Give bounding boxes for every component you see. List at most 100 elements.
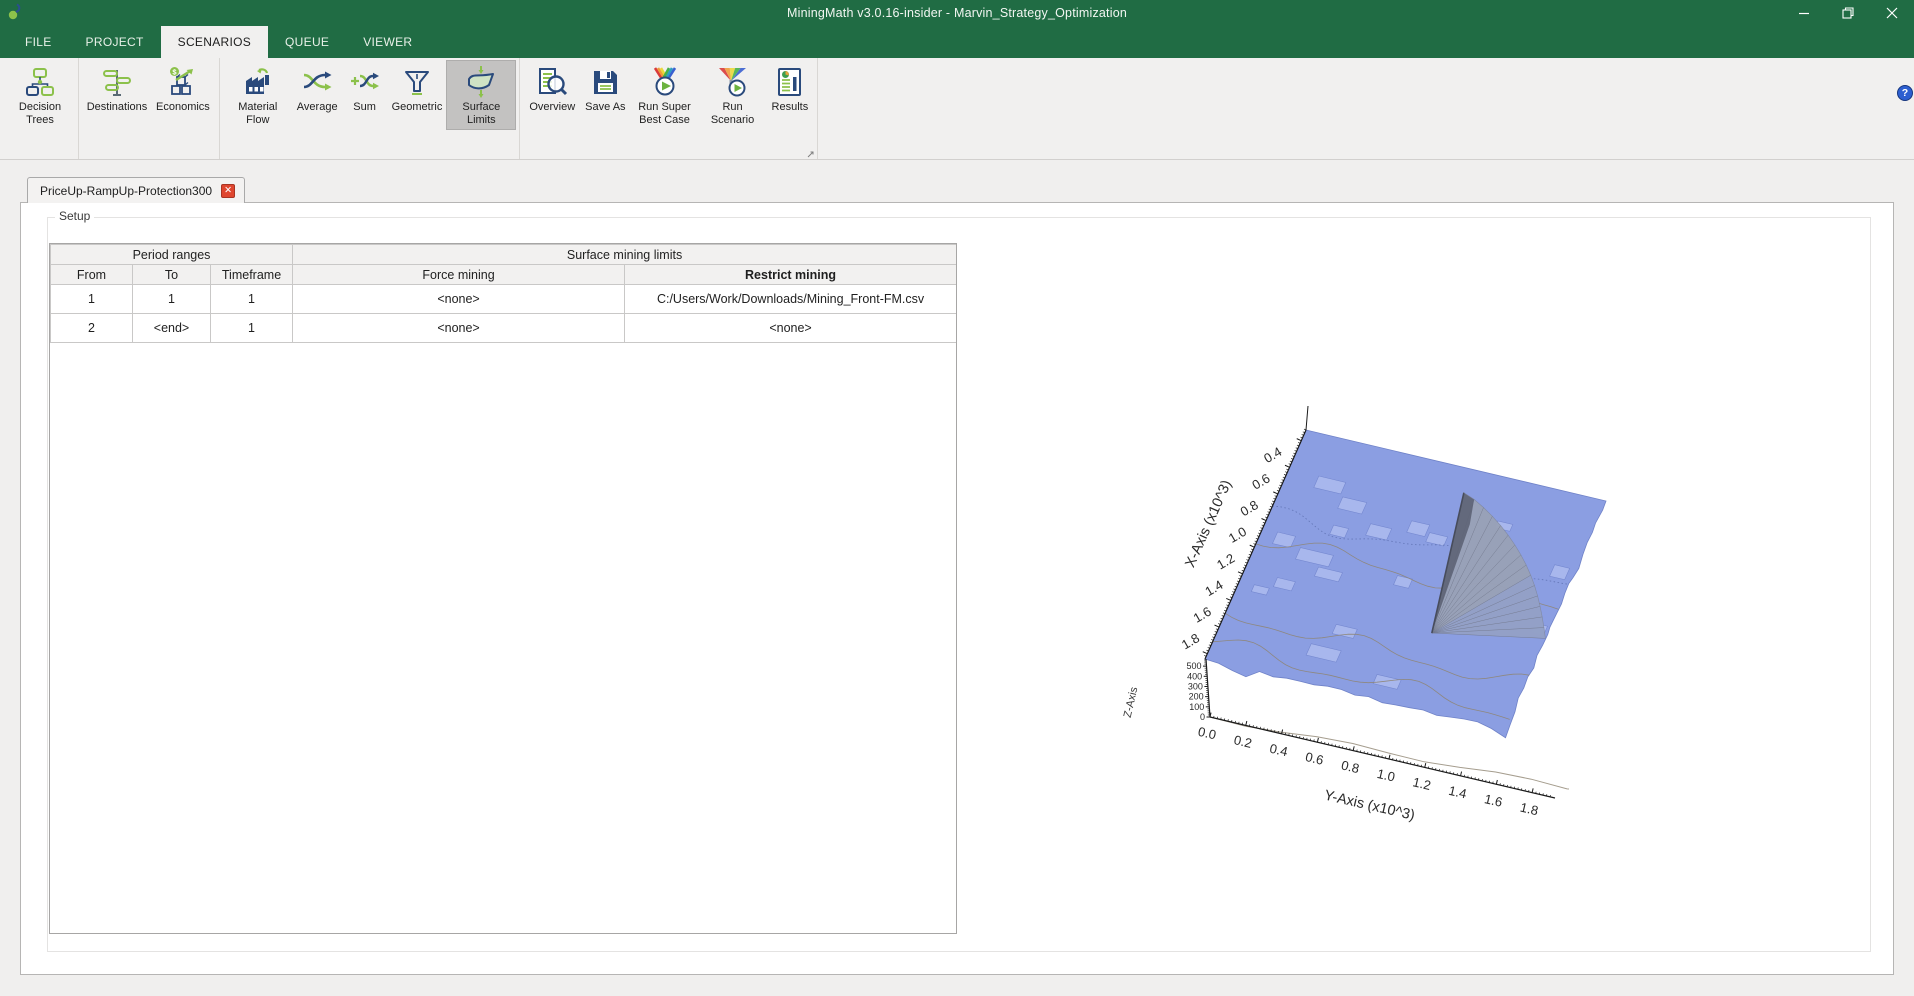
ribbon-button-run-scenario[interactable]: Run Scenario [699, 61, 767, 129]
ribbon-button-material-flow[interactable]: Material Flow [224, 61, 292, 129]
svg-text:100: 100 [1189, 702, 1204, 712]
svg-text:1.0: 1.0 [1376, 766, 1397, 785]
svg-text:Y-Axis (x10^3): Y-Axis (x10^3) [1323, 788, 1417, 824]
menu-tab-file[interactable]: FILE [8, 26, 69, 58]
ribbon-button-geometric[interactable]: Geometric [387, 61, 448, 116]
svg-text:1.2: 1.2 [1214, 550, 1237, 572]
run-super-best-case-icon [653, 67, 676, 96]
results-icon [777, 68, 801, 96]
ribbon-button-label: Economics [156, 101, 210, 113]
content-area: PriceUp-RampUp-Protection300 ✕ Setup Per… [0, 160, 1914, 996]
cell-from[interactable]: 2 [50, 313, 133, 343]
menu-tab-scenarios[interactable]: SCENARIOS [160, 26, 269, 58]
minimize-button[interactable] [1782, 0, 1826, 26]
svg-text:0.8: 0.8 [1238, 497, 1261, 519]
geometric-icon [404, 71, 429, 95]
actions-dialog-launcher-icon[interactable] [807, 150, 815, 158]
ribbon-button-label: Geometric [391, 101, 443, 113]
close-button[interactable] [1870, 0, 1914, 26]
restore-button[interactable] [1826, 0, 1870, 26]
ribbon-button-overview[interactable]: Overview [524, 61, 580, 116]
ribbon-button-label: Run Scenario [710, 101, 755, 126]
ribbon-button-average[interactable]: Average [292, 61, 343, 116]
ribbon-button-label: Results [771, 101, 809, 113]
svg-text:1.0: 1.0 [1226, 524, 1249, 546]
ribbon-button-surface-limits[interactable]: Surface Limits [446, 60, 517, 130]
ribbon-button-run-super-best-case[interactable]: Run Super Best Case [631, 61, 699, 129]
menu-tab-viewer[interactable]: VIEWER [346, 26, 429, 58]
ribbon: Decision Trees Destinations $ Economics … [0, 58, 1914, 160]
decision-trees-icon [26, 68, 54, 96]
cell-force-mining[interactable]: <none> [292, 313, 626, 343]
svg-text:0: 0 [1200, 712, 1205, 722]
ribbon-button-decision-trees[interactable]: Decision Trees [6, 61, 74, 129]
ribbon-button-results[interactable]: Results [767, 61, 814, 116]
column-header-to: To [132, 264, 211, 285]
save-as-icon [594, 71, 618, 94]
svg-text:Z-Axis: Z-Axis [1122, 685, 1141, 719]
svg-text:400: 400 [1187, 671, 1202, 681]
ribbon-button-label: Save As [585, 101, 626, 113]
cell-timeframe[interactable]: 1 [209, 313, 294, 343]
column-group-period-ranges: Period ranges [50, 244, 294, 265]
help-button[interactable]: ? [1897, 85, 1913, 101]
menu-tab-queue[interactable]: QUEUE [268, 26, 346, 58]
menu-tab-project[interactable]: PROJECT [69, 26, 161, 58]
cell-restrict-mining[interactable]: C:/Users/Work/Downloads/Mining_Front-FM.… [624, 284, 956, 314]
cell-to[interactable]: <end> [132, 313, 211, 343]
svg-text:1.4: 1.4 [1447, 783, 1468, 802]
document-tab[interactable]: PriceUp-RampUp-Protection300 ✕ [27, 177, 246, 203]
period-ranges-table-panel: Period ranges Surface mining limits From… [49, 243, 957, 934]
ribbon-button-label: Decision Trees [18, 101, 62, 126]
setup-groupbox-label: Setup [55, 209, 95, 223]
svg-text:0.4: 0.4 [1261, 444, 1284, 466]
close-icon [1886, 7, 1898, 19]
destinations-icon [103, 70, 131, 96]
svg-text:1.6: 1.6 [1191, 604, 1214, 626]
ribbon-button-sum[interactable]: Sum [343, 61, 387, 116]
ribbon-button-label: Surface Limits [462, 101, 501, 126]
ribbon-button-save-as[interactable]: Save As [580, 61, 630, 116]
ribbon-group-decision-trees: Decision Trees [2, 58, 79, 159]
column-header-restrict-mining: Restrict mining [624, 264, 956, 285]
economics-icon: $ [169, 67, 193, 95]
svg-text:1.8: 1.8 [1519, 800, 1540, 819]
ribbon-button-label: Overview [529, 101, 576, 113]
titlebar: MiningMath v3.0.16-insider - Marvin_Stra… [0, 0, 1914, 26]
ribbon-button-label: Material Flow [238, 101, 278, 126]
cell-force-mining[interactable]: <none> [292, 284, 626, 314]
ribbon-group-constraints: Material Flow Average Sum Geometric Surf… [220, 58, 521, 159]
column-group-surface-mining-limits: Surface mining limits [292, 244, 956, 265]
restore-icon [1842, 7, 1854, 19]
cell-restrict-mining[interactable]: <none> [624, 313, 956, 343]
svg-text:1.2: 1.2 [1411, 774, 1432, 793]
svg-text:200: 200 [1189, 692, 1204, 702]
ribbon-button-label: Sum [353, 101, 376, 113]
table-row: 2 <end> 1 <none> <none> [50, 313, 956, 343]
ribbon-button-label: Run Super Best Case [638, 101, 691, 126]
setup-panel: Setup Period ranges Surface mining limit… [20, 202, 1894, 975]
average-icon [303, 71, 332, 91]
svg-text:0.2: 0.2 [1232, 732, 1253, 751]
cell-timeframe[interactable]: 1 [209, 284, 294, 314]
sum-icon [350, 72, 379, 90]
surface-plot-3d-viewport[interactable]: 0.40.60.81.01.21.41.61.8X-Axis (x10^3)0.… [957, 203, 1887, 903]
column-header-force-mining: Force mining [292, 264, 626, 285]
table-row: 1 1 1 <none> C:/Users/Work/Downloads/Min… [50, 284, 956, 314]
svg-text:1.8: 1.8 [1179, 630, 1202, 652]
svg-text:500: 500 [1186, 661, 1201, 671]
document-tab-close-icon[interactable]: ✕ [221, 183, 236, 198]
ribbon-button-economics[interactable]: $ Economics [151, 61, 215, 116]
svg-text:0.0: 0.0 [1197, 724, 1218, 743]
cell-from[interactable]: 1 [50, 284, 133, 314]
menubar: FILE PROJECT SCENARIOS QUEUE VIEWER [0, 26, 1914, 58]
run-scenario-icon [718, 68, 746, 97]
cell-to[interactable]: 1 [132, 284, 211, 314]
ribbon-button-destinations[interactable]: Destinations [83, 61, 151, 116]
window-title: MiningMath v3.0.16-insider - Marvin_Stra… [786, 6, 1127, 20]
svg-text:1.4: 1.4 [1202, 577, 1225, 599]
svg-text:0.4: 0.4 [1268, 741, 1289, 760]
setup-table: Period ranges Surface mining limits From… [50, 244, 956, 343]
ribbon-button-label: Destinations [86, 101, 148, 113]
column-header-timeframe: Timeframe [209, 264, 294, 285]
